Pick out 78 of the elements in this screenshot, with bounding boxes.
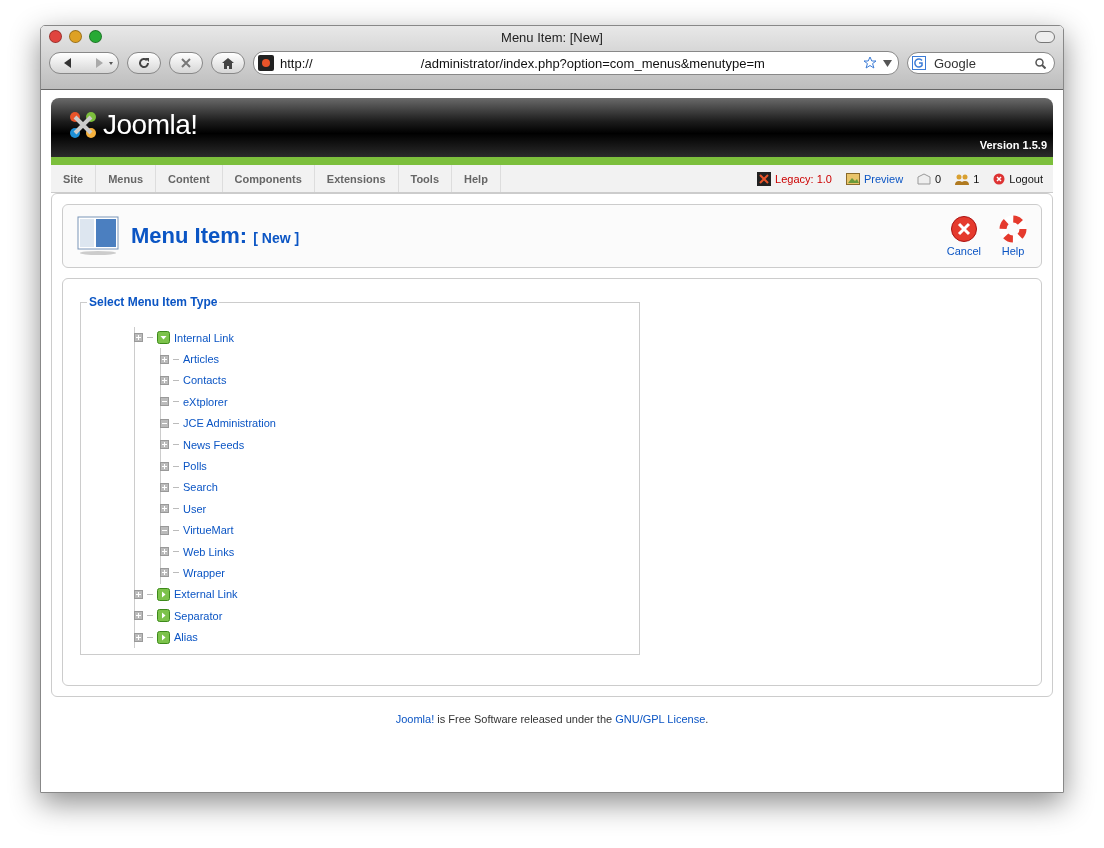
tree-item[interactable]: Web Links (183, 545, 235, 558)
stop-button[interactable] (169, 52, 203, 74)
expand-icon[interactable] (160, 440, 169, 450)
menu-item-icon (77, 216, 119, 256)
fieldset-legend: Select Menu Item Type (87, 295, 220, 309)
expand-icon[interactable] (160, 375, 169, 385)
tree-item[interactable]: VirtueMart (183, 524, 234, 537)
window-title: Menu Item: [New] (501, 29, 603, 45)
dropdown-icon[interactable] (883, 59, 892, 67)
logo-text: Joomla! (103, 108, 198, 141)
users-icon (955, 172, 970, 185)
toolbar-toggle-icon[interactable] (1035, 31, 1055, 43)
page-title: Menu Item: [ New ] (131, 223, 300, 249)
menu-item[interactable]: Content (156, 165, 223, 192)
tree-item[interactable]: User (183, 502, 207, 515)
version-text: Version 1.5.9 (979, 139, 1047, 151)
footer-text: Joomla! is Free Software released under the GNU/GPL License. (394, 713, 710, 725)
menu-item[interactable]: Help (452, 165, 501, 192)
menu-item[interactable]: Tools (398, 165, 452, 192)
logout-link[interactable]: Logout (993, 172, 1043, 185)
legacy-link[interactable]: Legacy: 1.0 (757, 171, 832, 186)
lifebuoy-icon (999, 215, 1027, 243)
expand-icon[interactable] (160, 547, 169, 557)
users-count: 1 (955, 172, 980, 185)
close-icon[interactable] (49, 30, 62, 43)
site-icon (258, 55, 274, 71)
google-icon (912, 56, 926, 70)
tree-item[interactable]: Search (183, 481, 218, 494)
tree-item[interactable]: Alias (174, 631, 198, 644)
cancel-icon (949, 215, 978, 243)
tree-item[interactable]: Separator (174, 609, 223, 622)
tree-item[interactable]: JCE Administration (183, 417, 276, 430)
back-forward-button[interactable] (49, 52, 119, 74)
tree-item[interactable]: News Feeds (183, 438, 245, 451)
collapse-icon[interactable] (160, 397, 169, 407)
menu-item[interactable]: Components (222, 165, 315, 192)
node-handle-icon[interactable] (134, 611, 143, 621)
expand-icon[interactable] (160, 461, 169, 471)
home-button[interactable] (211, 52, 245, 74)
menu-item[interactable]: Site (51, 165, 97, 192)
tree-item[interactable]: Contacts (183, 374, 227, 387)
minimize-icon[interactable] (69, 30, 82, 43)
expand-icon[interactable] (160, 354, 169, 364)
picture-icon (845, 172, 860, 185)
footer-link[interactable]: Joomla! (395, 713, 435, 725)
envelope-icon (917, 172, 932, 185)
close-icon (181, 58, 191, 68)
zoom-icon[interactable] (89, 30, 102, 43)
logo-icon (757, 171, 772, 186)
tree-item[interactable]: Internal Link (174, 331, 234, 344)
address-field[interactable]: http:// /administrator/index.php?option=com_menus&menutype=m (253, 51, 899, 75)
cancel-button[interactable]: Cancel (946, 215, 981, 257)
collapse-icon[interactable] (160, 525, 169, 535)
collapse-icon[interactable] (160, 418, 169, 428)
tree-item[interactable]: Polls (183, 460, 207, 473)
star-icon[interactable] (863, 56, 877, 70)
expand-icon[interactable] (160, 504, 169, 514)
reload-button[interactable] (127, 52, 161, 74)
tree-item[interactable]: eXtplorer (183, 395, 228, 408)
node-handle-icon[interactable] (134, 333, 143, 343)
messages-count: 0 (917, 172, 942, 185)
search-icon (1035, 58, 1046, 69)
url-text: http:// /administrator/index.php?option=com_menus&menutype=m (280, 55, 766, 71)
menu-item[interactable]: Extensions (314, 165, 399, 192)
reload-icon (138, 57, 150, 69)
preview-link[interactable]: Preview (845, 172, 904, 185)
expand-icon[interactable] (160, 568, 169, 578)
logout-icon (993, 172, 1006, 185)
node-handle-icon[interactable] (134, 589, 143, 599)
tree-item[interactable]: Articles (183, 353, 220, 366)
home-icon (222, 57, 234, 69)
tree-item[interactable]: External Link (174, 588, 238, 601)
menu-item[interactable]: Menus (96, 165, 157, 192)
expand-icon[interactable] (160, 482, 169, 492)
tree-item[interactable]: Wrapper (183, 567, 225, 579)
search-field[interactable]: Google (907, 52, 1055, 74)
help-button[interactable]: Help (999, 215, 1027, 257)
node-handle-icon[interactable] (134, 632, 143, 642)
